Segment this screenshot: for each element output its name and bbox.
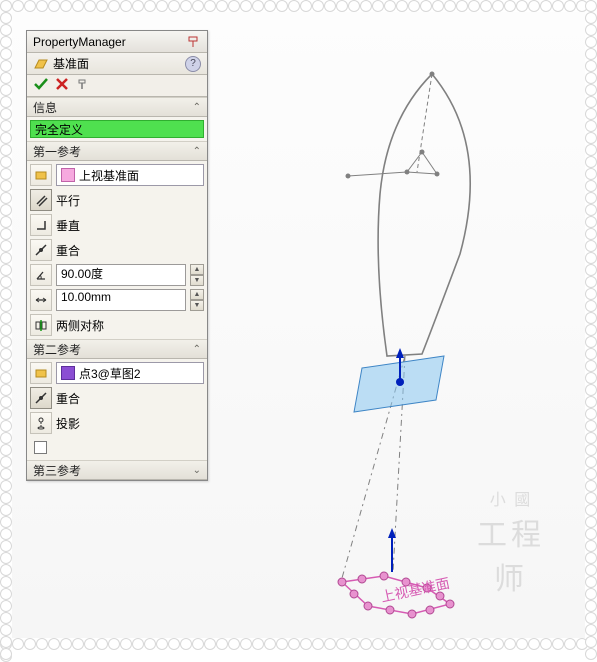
section-info-body: 完全定义 [27,117,207,141]
section-ref1-header[interactable]: 第一参考 ⌃ [27,141,207,161]
stamp-border [585,0,597,650]
section-info-header[interactable]: 信息 ⌃ [27,97,207,117]
ref2-coincident-icon[interactable] [30,387,52,409]
project-icon[interactable] [30,412,52,434]
distance-input[interactable]: 10.00mm [56,289,186,311]
stamp-border [0,0,12,650]
property-manager-panel: PropertyManager 基准面 ? 信息 ⌃ 完全定义 第一参考 ⌃ [26,30,208,481]
midplane-icon[interactable] [30,314,52,336]
parallel-label: 平行 [56,192,80,209]
angle-input[interactable]: 90.00度 [56,264,186,286]
confirm-row [27,75,207,97]
ref2-selection-box[interactable]: 点3@草图2 [56,362,204,384]
ref2-coincident-label: 重合 [56,390,80,407]
push-pin-icon[interactable] [75,77,89,94]
section-ref3-header[interactable]: 第三参考 ⌄ [27,460,207,480]
pin-icon[interactable] [185,34,201,50]
ref2-selection-text: 点3@草图2 [79,365,141,382]
section-ref2-body: 点3@草图2 重合 投影 [27,359,207,460]
ref2-entity-icon[interactable] [30,362,52,384]
stamp-border [0,0,597,12]
section-ref2-header[interactable]: 第二参考 ⌃ [27,339,207,359]
ref1-selection-text: 上视基准面 [79,167,139,184]
plane-icon [33,56,49,72]
chevron-up-icon: ⌃ [193,146,201,157]
chevron-up-icon: ⌃ [193,102,201,113]
distance-icon[interactable] [30,289,52,311]
swatch-pink [61,168,75,182]
panel-title-bar: PropertyManager [27,31,207,53]
feature-name: 基准面 [53,55,89,72]
section-ref1-body: 上视基准面 平行 垂直 重合 90.00度 ▲▼ 10. [27,161,207,339]
angle-spinner[interactable]: ▲▼ [190,264,204,286]
panel-title-text: PropertyManager [33,35,126,49]
cancel-icon[interactable] [55,77,69,94]
perpendicular-icon[interactable] [30,214,52,236]
midplane-label: 两侧对称 [56,317,104,334]
ok-icon[interactable] [33,76,49,95]
perpendicular-label: 垂直 [56,217,80,234]
watermark: 小 國工程师 [461,486,561,598]
chevron-up-icon: ⌃ [193,344,201,355]
project-label: 投影 [56,415,80,432]
ref2-flip-checkbox[interactable] [34,441,47,454]
help-icon[interactable]: ? [185,56,201,72]
angle-icon[interactable] [30,264,52,286]
stamp-border [0,638,597,650]
coincident-icon[interactable] [30,239,52,261]
section-info-title: 信息 [33,99,57,116]
ref1-face-icon[interactable] [30,164,52,186]
section-ref3-title: 第三参考 [33,462,81,479]
chevron-down-icon: ⌄ [193,465,201,476]
graphics-viewport[interactable]: 上视基准面 小 國工程师 PropertyManager 基准面 ? 信息 ⌃ [12,12,585,638]
feature-header: 基准面 ? [27,53,207,75]
section-ref1-title: 第一参考 [33,143,81,160]
ref1-selection-box[interactable]: 上视基准面 [56,164,204,186]
coincident-label: 重合 [56,242,80,259]
section-ref2-title: 第二参考 [33,341,81,358]
status-fully-defined: 完全定义 [30,120,204,138]
swatch-purple [61,366,75,380]
distance-spinner[interactable]: ▲▼ [190,289,204,311]
parallel-icon[interactable] [30,189,52,211]
